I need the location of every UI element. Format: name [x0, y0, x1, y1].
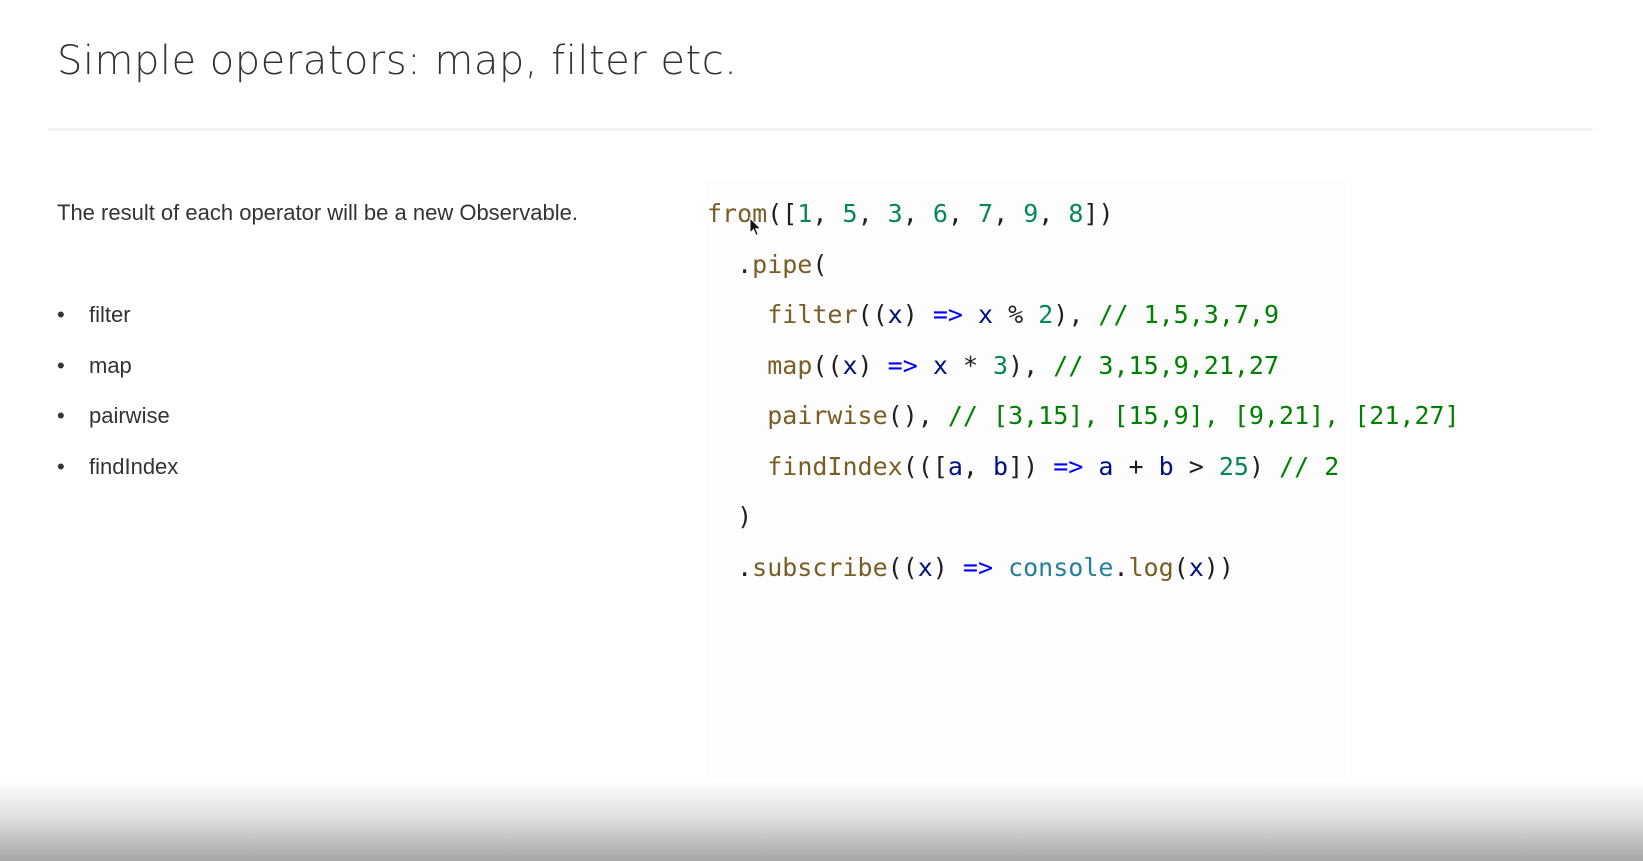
code-punctuation: ,	[902, 199, 933, 228]
code-punctuation: ((	[887, 552, 918, 582]
code-punctuation: ])	[1083, 199, 1114, 228]
title-divider	[48, 128, 1593, 131]
code-punctuation: ))	[1203, 552, 1234, 582]
code-number: 7	[978, 199, 994, 228]
code-punctuation: ,	[962, 451, 994, 481]
code-arrow: =>	[1053, 451, 1084, 481]
code-line: .subscribe((x) => console.log(x))	[707, 543, 1460, 594]
code-number: 3	[993, 350, 1009, 380]
code-arrow: =>	[962, 552, 994, 582]
code-punctuation: )	[902, 300, 933, 329]
code-punctuation: ),	[1053, 300, 1099, 329]
code-function: pairwise	[767, 401, 888, 430]
code-line: .pipe(	[707, 240, 1460, 291]
code-block: from([1, 5, 3, 6, 7, 9, 8]) .pipe( filte…	[707, 189, 1460, 593]
code-variable: x	[1188, 552, 1204, 582]
code-number: 3	[887, 199, 903, 228]
code-punctuation: >	[1173, 451, 1219, 481]
code-variable: x	[842, 350, 858, 380]
operator-list: filter map pairwise findIndex	[57, 295, 178, 497]
code-number: 1	[797, 199, 813, 228]
code-number: 8	[1068, 199, 1084, 228]
code-punctuation	[707, 351, 767, 380]
code-punctuation: )	[707, 502, 753, 531]
code-variable: x	[932, 350, 948, 380]
code-variable: x	[887, 300, 903, 329]
code-number: 2	[1038, 300, 1054, 329]
code-number: 5	[842, 199, 858, 228]
code-punctuation: %	[993, 300, 1039, 329]
code-line: pairwise(), // [3,15], [15,9], [9,21], […	[707, 391, 1460, 442]
code-punctuation: .	[707, 249, 753, 279]
code-line: findIndex(([a, b]) => a + b > 25) // 2	[707, 442, 1460, 493]
code-variable: x	[917, 552, 933, 582]
list-item: pairwise	[57, 396, 178, 447]
code-identifier: console	[1008, 552, 1114, 582]
code-punctuation: ,	[1038, 199, 1069, 228]
code-arrow: =>	[932, 300, 963, 329]
code-punctuation: ,	[812, 199, 843, 228]
slide: Simple operators: map, filter etc. The r…	[0, 0, 1643, 861]
code-punctuation: (),	[887, 401, 948, 430]
code-punctuation: ([	[767, 199, 798, 228]
code-function: pipe	[752, 249, 813, 279]
code-punctuation: ),	[1008, 350, 1054, 380]
code-punctuation: )	[932, 552, 963, 582]
code-variable: b	[1158, 451, 1174, 481]
code-punctuation	[707, 401, 767, 430]
code-punctuation	[963, 300, 978, 329]
bottom-gradient-bar	[0, 780, 1643, 861]
list-item: map	[57, 346, 178, 397]
mouse-pointer-icon	[749, 217, 763, 237]
code-variable: a	[947, 451, 963, 481]
code-variable: b	[993, 451, 1009, 481]
code-function: subscribe	[752, 552, 888, 582]
code-comment: // [3,15], [15,9], [9,21], [21,27]	[947, 401, 1460, 430]
code-punctuation: ((	[857, 300, 888, 329]
code-number: 25	[1218, 451, 1249, 481]
code-function: map	[767, 350, 813, 380]
code-punctuation: .	[1113, 552, 1129, 582]
slide-title: Simple operators: map, filter etc.	[57, 38, 738, 84]
code-punctuation: (	[812, 249, 828, 279]
code-punctuation: ,	[857, 199, 888, 228]
intro-text: The result of each operator will be a ne…	[57, 200, 578, 225]
code-variable: a	[1098, 451, 1114, 481]
list-item: findIndex	[57, 447, 178, 498]
code-punctuation	[993, 553, 1008, 582]
code-punctuation: ((	[812, 350, 843, 380]
code-variable: x	[977, 300, 994, 329]
code-number: 9	[1023, 199, 1039, 228]
code-arrow: =>	[887, 350, 918, 380]
code-function: findIndex	[767, 451, 903, 481]
code-punctuation	[918, 351, 933, 380]
code-comment: // 2	[1279, 451, 1340, 481]
code-punctuation	[1083, 452, 1098, 481]
code-function: filter	[767, 300, 858, 329]
code-line: filter((x) => x % 2), // 1,5,3,7,9	[707, 290, 1460, 341]
code-punctuation	[707, 300, 767, 329]
code-punctuation: ,	[947, 199, 979, 228]
code-comment: // 1,5,3,7,9	[1098, 300, 1280, 329]
code-punctuation: +	[1113, 451, 1159, 481]
code-number: 6	[932, 199, 948, 228]
list-item: filter	[57, 295, 178, 346]
code-punctuation: )	[1248, 451, 1280, 481]
code-punctuation: .	[707, 552, 753, 582]
code-line: )	[707, 492, 1460, 543]
code-punctuation: (([	[902, 451, 948, 481]
code-punctuation: (	[1173, 552, 1189, 582]
code-comment: // 3,15,9,21,27	[1053, 350, 1280, 380]
code-punctuation: *	[947, 350, 994, 380]
code-punctuation	[707, 452, 767, 481]
code-punctuation: )	[857, 350, 888, 380]
code-function: log	[1128, 552, 1174, 582]
code-punctuation: ,	[993, 199, 1024, 228]
code-punctuation: ])	[1008, 451, 1054, 481]
code-line: map((x) => x * 3), // 3,15,9,21,27	[707, 341, 1460, 392]
code-line: from([1, 5, 3, 6, 7, 9, 8])	[707, 189, 1460, 240]
